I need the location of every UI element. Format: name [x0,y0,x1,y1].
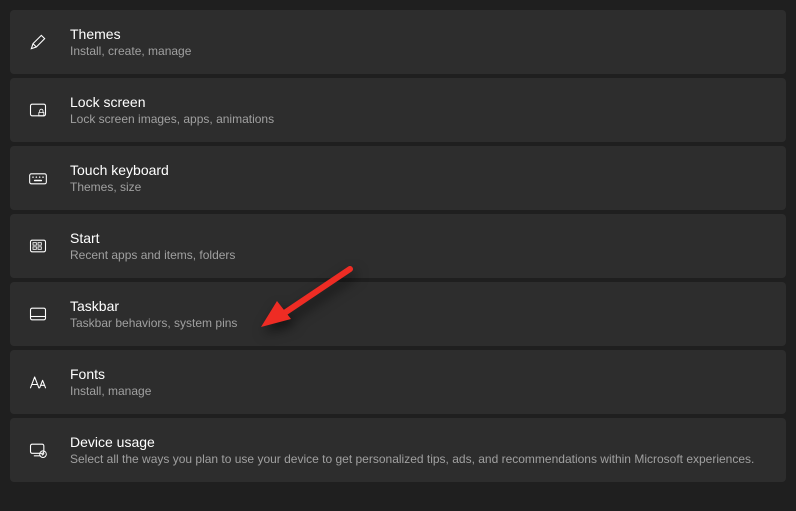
item-desc: Lock screen images, apps, animations [70,112,274,126]
item-text: Device usage Select all the ways you pla… [70,434,754,466]
item-text: Touch keyboard Themes, size [70,162,169,194]
item-title: Taskbar [70,298,237,314]
item-text: Lock screen Lock screen images, apps, an… [70,94,274,126]
paintbrush-icon [26,30,50,54]
item-text: Fonts Install, manage [70,366,151,398]
item-title: Lock screen [70,94,274,110]
fonts-icon [26,370,50,394]
item-title: Themes [70,26,191,42]
item-title: Touch keyboard [70,162,169,178]
device-usage-icon [26,438,50,462]
item-title: Fonts [70,366,151,382]
item-title: Device usage [70,434,754,450]
item-desc: Install, manage [70,384,151,398]
settings-item-taskbar[interactable]: Taskbar Taskbar behaviors, system pins [10,282,786,346]
start-icon [26,234,50,258]
lock-screen-icon [26,98,50,122]
taskbar-icon [26,302,50,326]
settings-item-themes[interactable]: Themes Install, create, manage [10,10,786,74]
item-text: Start Recent apps and items, folders [70,230,235,262]
item-desc: Select all the ways you plan to use your… [70,452,754,466]
settings-item-device-usage[interactable]: Device usage Select all the ways you pla… [10,418,786,482]
settings-item-lock-screen[interactable]: Lock screen Lock screen images, apps, an… [10,78,786,142]
item-text: Taskbar Taskbar behaviors, system pins [70,298,237,330]
item-desc: Taskbar behaviors, system pins [70,316,237,330]
item-title: Start [70,230,235,246]
item-text: Themes Install, create, manage [70,26,191,58]
keyboard-icon [26,166,50,190]
settings-item-touch-keyboard[interactable]: Touch keyboard Themes, size [10,146,786,210]
item-desc: Recent apps and items, folders [70,248,235,262]
settings-item-start[interactable]: Start Recent apps and items, folders [10,214,786,278]
settings-list: Themes Install, create, manage Lock scre… [10,10,786,482]
item-desc: Themes, size [70,180,169,194]
settings-item-fonts[interactable]: Fonts Install, manage [10,350,786,414]
item-desc: Install, create, manage [70,44,191,58]
